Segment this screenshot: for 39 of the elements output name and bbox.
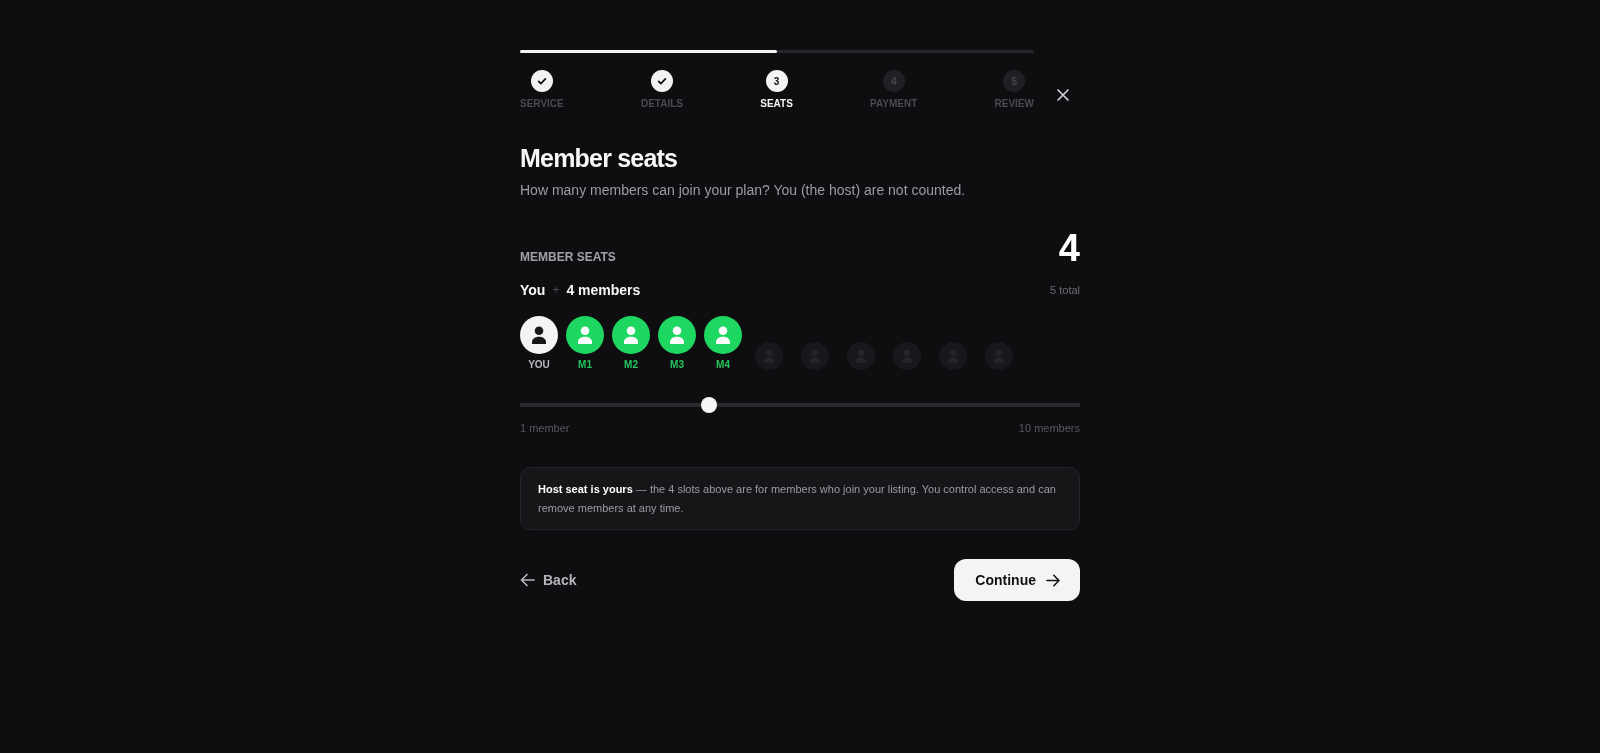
person-icon [704,316,742,354]
plus-sign: + [552,283,560,297]
step-label: SEATS [760,98,793,110]
person-icon [520,316,558,354]
host-label: You [520,282,546,298]
person-icon [939,342,967,370]
person-icon [755,342,783,370]
person-icon [801,342,829,370]
arrow-left-icon [520,573,535,587]
page-subtitle: How many members can join your plan? You (the host) are not counted. [520,181,967,200]
seat-label: M3 [670,359,684,371]
person-icon [566,316,604,354]
step-label: REVIEW [994,98,1034,110]
step-label: SERVICE [520,98,564,110]
step-number: 3 [765,70,788,92]
slider-min-label: 1 member [520,421,570,435]
person-icon [612,316,650,354]
step-label: PAYMENT [870,98,918,110]
slider-thumb[interactable] [701,397,718,413]
seat-label: YOU [528,359,550,371]
members-count: 4 members [566,282,641,298]
seat-label: M1 [578,359,592,371]
page-heading: Member seats [520,143,679,173]
person-icon [658,316,696,354]
seat-count: 4 [1058,226,1080,270]
total-count: 5 total [1050,284,1080,296]
slider-max-label: 10 members [1018,421,1080,435]
person-icon [847,342,875,370]
continue-button[interactable]: Continue [954,559,1080,601]
info-note: Host seat is yours — the 4 slots above are for members who join your listing. You control access and can remove members at any time. [520,467,1080,530]
arrow-right-icon [1046,573,1060,587]
person-icon [893,342,921,370]
step-label: DETAILS [640,98,683,110]
seat-label: M4 [716,359,730,371]
section-label: MEMBER SEATS [520,250,616,264]
person-icon [985,342,1013,370]
back-button[interactable]: Back [520,572,577,588]
close-icon [1057,89,1069,101]
seat-label: M2 [624,359,638,371]
